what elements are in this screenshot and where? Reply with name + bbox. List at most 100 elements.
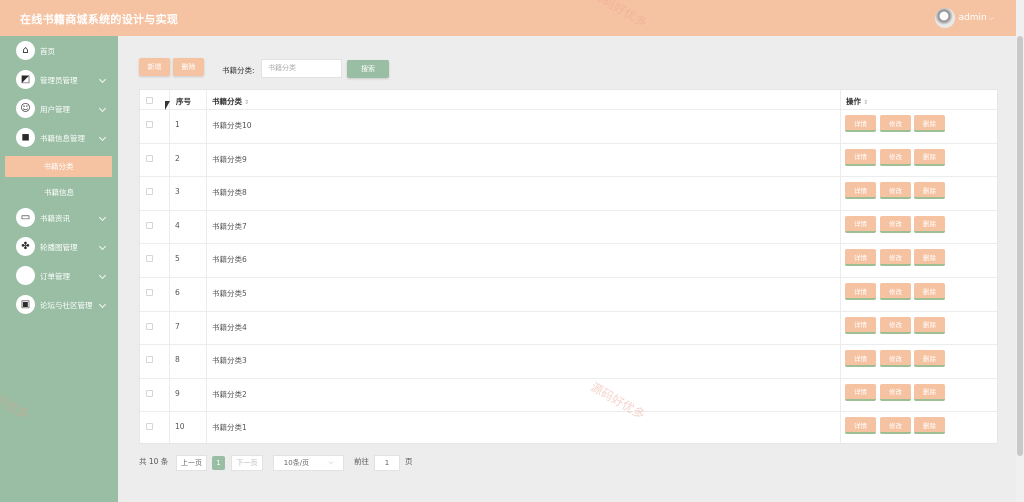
table-row: 4 书籍分类7 详情 修改 删除 — [140, 209, 997, 244]
row-category: 书籍分类1 — [212, 423, 247, 433]
table-row: 1 书籍分类10 详情 修改 删除 — [140, 109, 997, 143]
chevron-down-icon — [98, 271, 107, 280]
delete-row-button[interactable]: 删除 — [914, 417, 945, 435]
edit-button[interactable]: 修改 — [880, 215, 911, 233]
row-index: 2 — [175, 153, 180, 163]
row-index: 3 — [175, 187, 180, 197]
category-search-input[interactable]: 书籍分类 — [261, 59, 342, 78]
chevron-down-icon — [98, 242, 107, 251]
row-category: 书籍分类6 — [212, 255, 247, 265]
row-checkbox[interactable] — [146, 188, 153, 196]
submenu-item-active[interactable]: 书籍分类 — [5, 156, 112, 177]
detail-button[interactable]: 详情 — [845, 350, 876, 368]
sidebar-item-label: 订单管理 — [40, 272, 70, 281]
delete-row-button[interactable]: 删除 — [914, 383, 945, 401]
table-row: 6 书籍分类5 详情 修改 删除 — [140, 277, 997, 311]
delete-row-button[interactable]: 删除 — [914, 115, 945, 132]
sidebar-item-label: 用户管理 — [40, 105, 70, 114]
edit-button[interactable]: 修改 — [880, 148, 911, 166]
chevron-down-icon — [98, 75, 107, 84]
user-menu[interactable]: admin ⌵ — [935, 8, 994, 28]
detail-button[interactable]: 详情 — [845, 148, 876, 166]
total-count: 共 10 条 — [139, 457, 169, 466]
edit-button[interactable]: 修改 — [880, 115, 911, 132]
detail-button[interactable]: 详情 — [845, 383, 876, 401]
chevron-down-icon — [98, 133, 107, 142]
sidebar-item[interactable]: ◩ 管理员管理 — [0, 68, 118, 92]
select-all-checkbox[interactable] — [146, 97, 153, 104]
forum-icon: ▣ — [16, 295, 35, 314]
row-checkbox[interactable] — [146, 423, 153, 431]
delete-row-button[interactable]: 删除 — [914, 215, 945, 233]
detail-button[interactable]: 详情 — [845, 283, 876, 300]
add-button[interactable]: 新增 — [139, 58, 170, 76]
submenu-item[interactable]: 书籍信息 — [0, 182, 118, 203]
mouse-cursor — [165, 101, 170, 110]
row-index: 5 — [175, 254, 180, 264]
page-number[interactable]: 1 — [212, 456, 225, 470]
detail-button[interactable]: 详情 — [845, 249, 876, 267]
page-size-select[interactable]: 10条/页 ⌵ — [273, 455, 344, 471]
home-icon: ⌂ — [16, 41, 35, 60]
detail-button[interactable]: 详情 — [845, 417, 876, 435]
row-checkbox[interactable] — [146, 221, 153, 229]
header-actions[interactable]: 操作 ⇕ — [846, 96, 868, 107]
row-checkbox[interactable] — [146, 255, 153, 263]
crop-icon: ◩ — [16, 70, 35, 89]
delete-row-button[interactable]: 删除 — [914, 283, 945, 300]
edit-button[interactable]: 修改 — [880, 283, 911, 300]
edit-button[interactable]: 修改 — [880, 316, 911, 334]
sidebar-item-label: 书籍信息管理 — [40, 134, 85, 143]
row-checkbox[interactable] — [146, 289, 153, 296]
table-row: 2 书籍分类9 详情 修改 删除 — [140, 142, 997, 177]
sidebar-item-label: 首页 — [40, 47, 55, 56]
sort-icon: ⇕ — [244, 99, 250, 106]
row-checkbox[interactable] — [146, 154, 153, 162]
sidebar-item[interactable]: ✤ 轮播图管理 — [0, 235, 118, 259]
edit-button[interactable]: 修改 — [880, 383, 911, 401]
edit-button[interactable]: 修改 — [880, 350, 911, 368]
data-table: 序号 书籍分类 ⇕ 操作 ⇕ 1 书籍分类10 详情 修改 删除 2 书籍分类9 详情 修改 删除 3 书… — [139, 89, 998, 445]
prev-page-button[interactable]: 上一页 — [176, 455, 207, 471]
next-page-button[interactable]: 下一页 — [231, 455, 263, 471]
header-category[interactable]: 书籍分类 ⇕ — [212, 96, 249, 107]
table-row: 9 书籍分类2 详情 修改 删除 — [140, 377, 997, 412]
row-index: 6 — [175, 288, 180, 297]
grid-icon: ✤ — [16, 237, 35, 256]
edit-button[interactable]: 修改 — [880, 417, 911, 435]
delete-button[interactable]: 删除 — [173, 58, 204, 76]
detail-button[interactable]: 详情 — [845, 115, 876, 132]
delete-row-button[interactable]: 删除 — [914, 249, 945, 267]
detail-button[interactable]: 详情 — [845, 316, 876, 334]
sidebar-item[interactable]: ◼ 书籍信息管理 — [0, 126, 118, 150]
row-category: 书籍分类7 — [212, 221, 247, 231]
delete-row-button[interactable]: 删除 — [914, 182, 945, 200]
search-button[interactable]: 搜索 — [347, 60, 389, 78]
sidebar-item[interactable]: 订单管理 — [0, 264, 118, 288]
delete-row-button[interactable]: 删除 — [914, 350, 945, 368]
detail-button[interactable]: 详情 — [845, 182, 876, 200]
sidebar-item-label: 管理员管理 — [40, 76, 78, 85]
row-checkbox[interactable] — [146, 322, 153, 330]
row-category: 书籍分类4 — [212, 322, 247, 332]
row-index: 10 — [175, 422, 185, 432]
sidebar-item[interactable]: ⌂ 首页 — [0, 39, 118, 63]
edit-button[interactable]: 修改 — [880, 182, 911, 200]
sidebar-item[interactable]: ☺ 用户管理 — [0, 97, 118, 121]
sort-icon: ⇕ — [863, 99, 869, 106]
goto-label: 前往 — [354, 457, 369, 466]
row-checkbox[interactable] — [146, 356, 153, 364]
delete-row-button[interactable]: 删除 — [914, 148, 945, 166]
table-row: 3 书籍分类8 详情 修改 删除 — [140, 176, 997, 210]
row-checkbox[interactable] — [146, 389, 153, 397]
sidebar-item[interactable]: ▣ 论坛与社区管理 — [0, 293, 118, 317]
edit-button[interactable]: 修改 — [880, 249, 911, 267]
detail-button[interactable]: 详情 — [845, 215, 876, 233]
row-checkbox[interactable] — [146, 121, 153, 128]
table-row: 7 书籍分类4 详情 修改 删除 — [140, 310, 997, 345]
goto-page-input[interactable]: 1 — [374, 455, 400, 471]
sidebar: ⌂ 首页 ◩ 管理员管理 ☺ 用户管理 ◼ 书籍信息管理 ▭ 书籍资讯 ✤ 轮播图管理订单管理 ▣ 论坛与… — [0, 36, 118, 502]
delete-row-button[interactable]: 删除 — [914, 316, 945, 334]
scrollbar-thumb[interactable] — [1017, 36, 1023, 456]
sidebar-item[interactable]: ▭ 书籍资讯 — [0, 206, 118, 230]
